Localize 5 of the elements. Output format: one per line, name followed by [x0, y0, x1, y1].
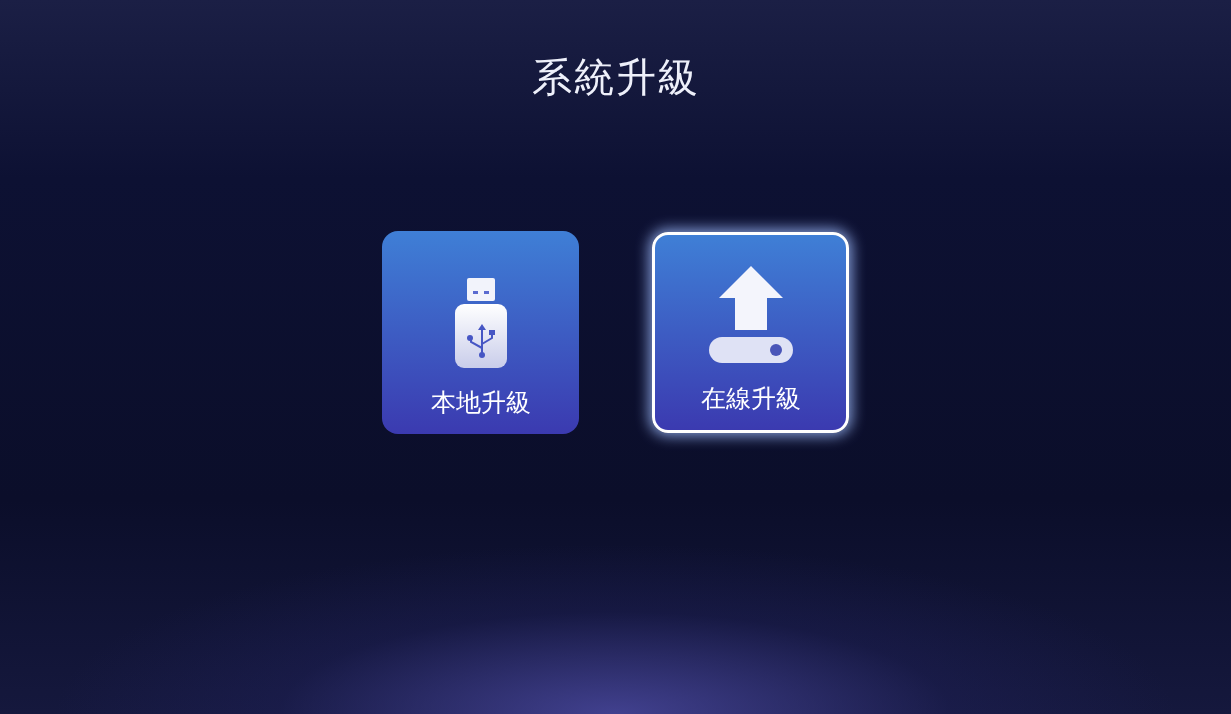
upgrade-option-tile[interactable]: 在線升級 [652, 232, 849, 433]
page-title: 系統升級 [531, 53, 700, 102]
usb-drive-icon [454, 278, 507, 368]
upgrade-option-tile[interactable]: 本地升級 [382, 231, 579, 434]
upload-icon [708, 266, 793, 364]
